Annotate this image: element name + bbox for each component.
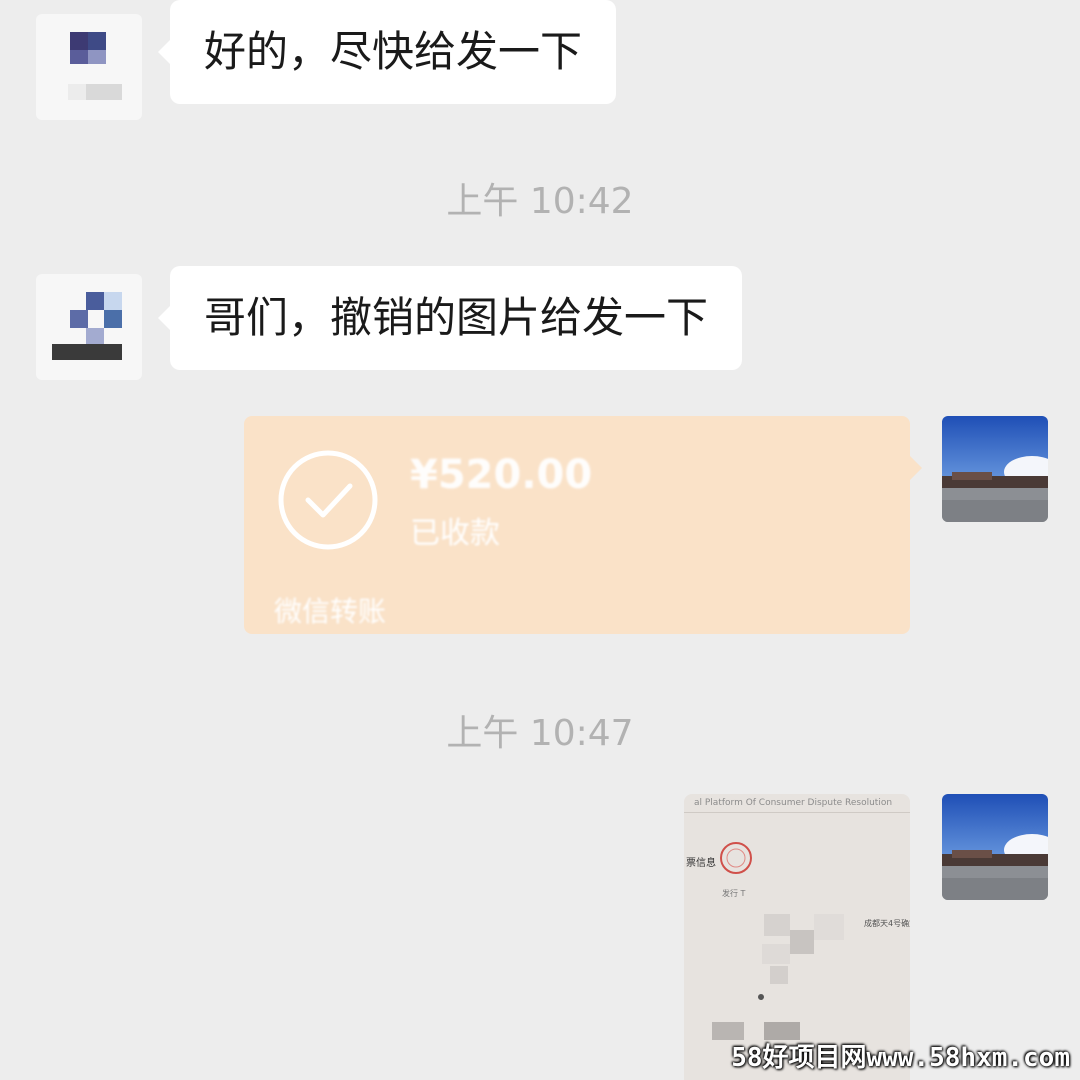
transfer-status: 已收款	[410, 516, 500, 551]
my-avatar[interactable]	[942, 416, 1048, 522]
section-label: 票信息	[686, 858, 716, 869]
contact-avatar[interactable]	[36, 14, 142, 120]
message-bubble-incoming[interactable]: 哥们，撤销的图片给发一下	[157, 266, 743, 370]
divider	[684, 812, 910, 813]
landscape-photo	[942, 416, 1048, 522]
my-avatar[interactable]	[942, 794, 1048, 900]
landscape-photo	[942, 794, 1048, 900]
watermark: 58好项目网www.58hxm.com	[731, 1043, 1070, 1073]
timestamp: 上午 10:47	[446, 713, 634, 754]
message-text: 好的，尽快给发一下	[204, 27, 583, 76]
wechat-transfer-card[interactable]: ¥520.00 已收款 微信转账	[244, 416, 922, 634]
check-circle-icon	[278, 450, 378, 550]
message-text: 哥们，撤销的图片给发一下	[204, 293, 709, 342]
document-small-text: 发行 T	[722, 889, 746, 898]
message-bubble-incoming[interactable]: 好的，尽快给发一下	[157, 0, 617, 104]
document-header: al Platform Of Consumer Dispute Resoluti…	[694, 798, 893, 808]
transfer-label: 微信转账	[274, 595, 387, 628]
stamp-seal-icon	[720, 842, 752, 874]
transfer-amount: ¥520.00	[410, 452, 593, 498]
document-side-text: 成都天4号确定	[864, 919, 910, 928]
timestamp: 上午 10:42	[446, 181, 634, 222]
contact-avatar[interactable]	[36, 274, 142, 380]
